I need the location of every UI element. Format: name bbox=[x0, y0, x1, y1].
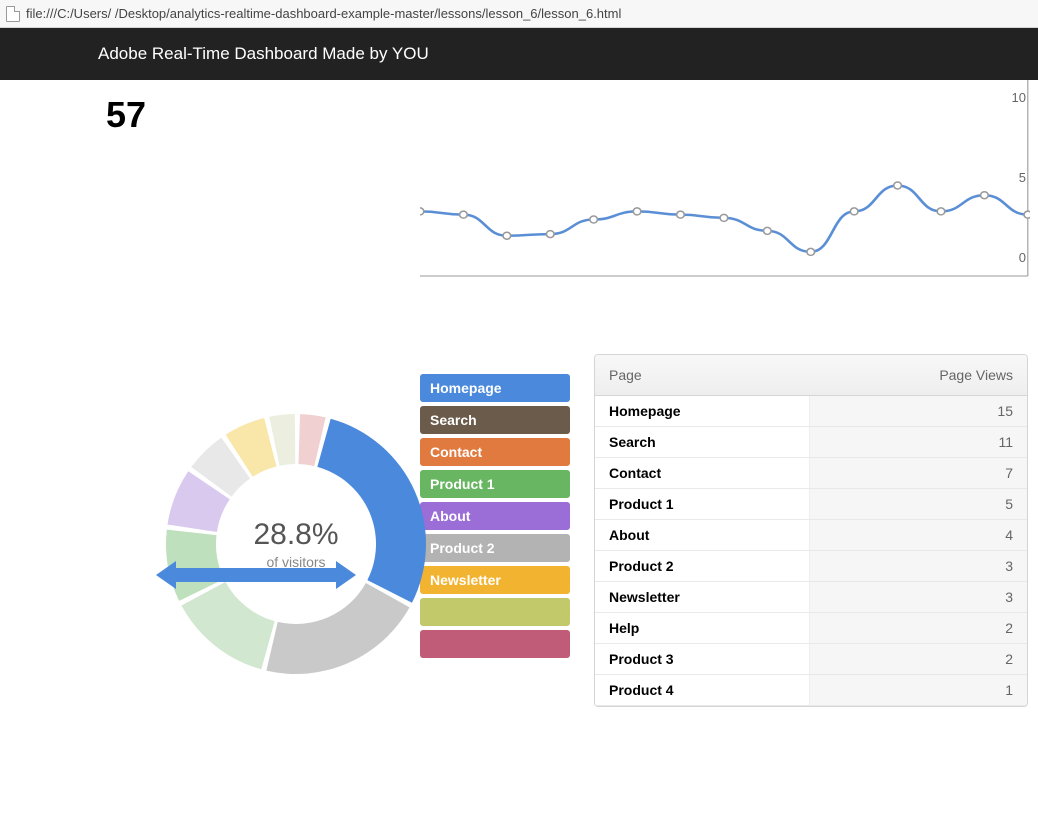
cell-views: 7 bbox=[809, 458, 1027, 489]
dashboard-content: 57 10 5 0 28.8% of visitors HomepageSear… bbox=[0, 80, 1038, 707]
y-tick-5: 5 bbox=[1019, 170, 1026, 185]
cell-page: Product 2 bbox=[595, 551, 809, 582]
cell-page: Contact bbox=[595, 458, 809, 489]
table-row: Product 15 bbox=[595, 489, 1027, 520]
legend-item[interactable]: About bbox=[420, 502, 570, 530]
legend-item[interactable]: Newsletter bbox=[420, 566, 570, 594]
table-row: About4 bbox=[595, 520, 1027, 551]
legend-item-label: Product 2 bbox=[430, 540, 495, 556]
cell-views: 2 bbox=[809, 613, 1027, 644]
table-row: Product 41 bbox=[595, 675, 1027, 706]
cell-page: Help bbox=[595, 613, 809, 644]
legend-item[interactable] bbox=[420, 598, 570, 626]
cell-views: 4 bbox=[809, 520, 1027, 551]
table-row: Newsletter3 bbox=[595, 582, 1027, 613]
legend-item-label: Homepage bbox=[430, 380, 502, 396]
col-header-page: Page bbox=[595, 355, 809, 396]
page-icon bbox=[6, 6, 20, 22]
y-tick-10: 10 bbox=[1012, 90, 1026, 105]
url-text: file:///C:/Users/ /Desktop/analytics-rea… bbox=[26, 6, 621, 21]
table-row: Help2 bbox=[595, 613, 1027, 644]
table-row: Search11 bbox=[595, 427, 1027, 458]
legend-item-label: Search bbox=[430, 412, 477, 428]
donut-chart: 28.8% of visitors bbox=[156, 404, 436, 707]
legend-item-label: Contact bbox=[430, 444, 482, 460]
cell-page: Homepage bbox=[595, 396, 809, 427]
y-tick-0: 0 bbox=[1019, 250, 1026, 265]
table-row: Contact7 bbox=[595, 458, 1027, 489]
page-views-table: Page Page Views Homepage15Search11Contac… bbox=[594, 354, 1028, 707]
cell-views: 2 bbox=[809, 644, 1027, 675]
legend-item-label: Newsletter bbox=[430, 572, 501, 588]
chart-legend: Homepage Search Contact Product 1 About Produ… bbox=[420, 374, 570, 707]
col-header-views: Page Views bbox=[809, 355, 1027, 396]
table-row: Product 32 bbox=[595, 644, 1027, 675]
cell-page: Product 3 bbox=[595, 644, 809, 675]
cell-page: Product 1 bbox=[595, 489, 809, 520]
legend-item[interactable]: Homepage bbox=[420, 374, 570, 402]
cell-views: 15 bbox=[809, 396, 1027, 427]
cell-page: Newsletter bbox=[595, 582, 809, 613]
cell-page: About bbox=[595, 520, 809, 551]
legend-item[interactable]: Product 1 bbox=[420, 470, 570, 498]
cell-views: 3 bbox=[809, 551, 1027, 582]
legend-item[interactable]: Product 2 bbox=[420, 534, 570, 562]
legend-item[interactable]: Contact bbox=[420, 438, 570, 466]
cell-views: 11 bbox=[809, 427, 1027, 458]
table-row: Product 23 bbox=[595, 551, 1027, 582]
legend-item-label: Product 1 bbox=[430, 476, 495, 492]
table-row: Homepage15 bbox=[595, 396, 1027, 427]
cell-views: 3 bbox=[809, 582, 1027, 613]
legend-item[interactable]: Search bbox=[420, 406, 570, 434]
cell-page: Product 4 bbox=[595, 675, 809, 706]
browser-address-bar[interactable]: file:///C:/Users/ /Desktop/analytics-rea… bbox=[0, 0, 1038, 28]
cell-views: 5 bbox=[809, 489, 1027, 520]
app-title: Adobe Real-Time Dashboard Made by YOU bbox=[98, 44, 429, 63]
cell-page: Search bbox=[595, 427, 809, 458]
line-chart: 10 5 0 bbox=[420, 80, 1030, 280]
legend-item-label: About bbox=[430, 508, 470, 524]
cell-views: 1 bbox=[809, 675, 1027, 706]
legend-item[interactable] bbox=[420, 630, 570, 658]
app-header: Adobe Real-Time Dashboard Made by YOU bbox=[0, 28, 1038, 80]
